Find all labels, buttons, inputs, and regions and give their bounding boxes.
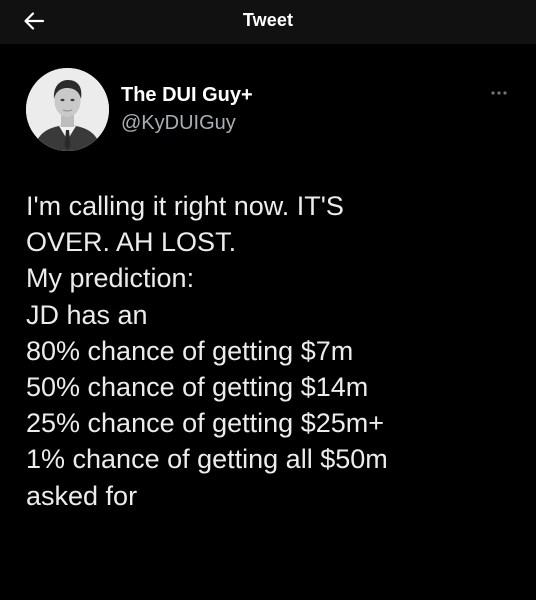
tweet-page: Tweet The DUI Guy+ @KyDUIGuy I'm calling…: [0, 0, 536, 600]
tweet-line: OVER. AH LOST.: [26, 227, 237, 258]
more-options-button[interactable]: [484, 84, 514, 102]
author-handle[interactable]: @KyDUIGuy: [121, 112, 236, 135]
tweet-line: JD has an: [26, 299, 148, 330]
more-horizontal-icon: [491, 91, 507, 95]
avatar-photo: [26, 68, 109, 151]
tweet-body: I'm calling it right now. IT'S OVER. AH …: [26, 188, 516, 514]
avatar[interactable]: [26, 68, 109, 151]
top-bar: Tweet: [0, 0, 536, 44]
tweet-line: asked for: [26, 480, 138, 511]
tweet-author: The DUI Guy+ @KyDUIGuy: [26, 68, 516, 152]
tweet-line: 50% chance of getting $14m: [26, 372, 369, 403]
tweet-line: 1% chance of getting all $50m: [26, 444, 388, 475]
tweet-line: I'm calling it right now. IT'S: [26, 191, 344, 221]
author-display-name[interactable]: The DUI Guy+: [121, 84, 253, 107]
page-title: Tweet: [242, 10, 294, 30]
tweet-line: My prediction:: [26, 263, 195, 294]
tweet-line: 25% chance of getting $25m+: [26, 408, 385, 439]
tweet-line: 80% chance of getting $7m: [26, 335, 354, 366]
